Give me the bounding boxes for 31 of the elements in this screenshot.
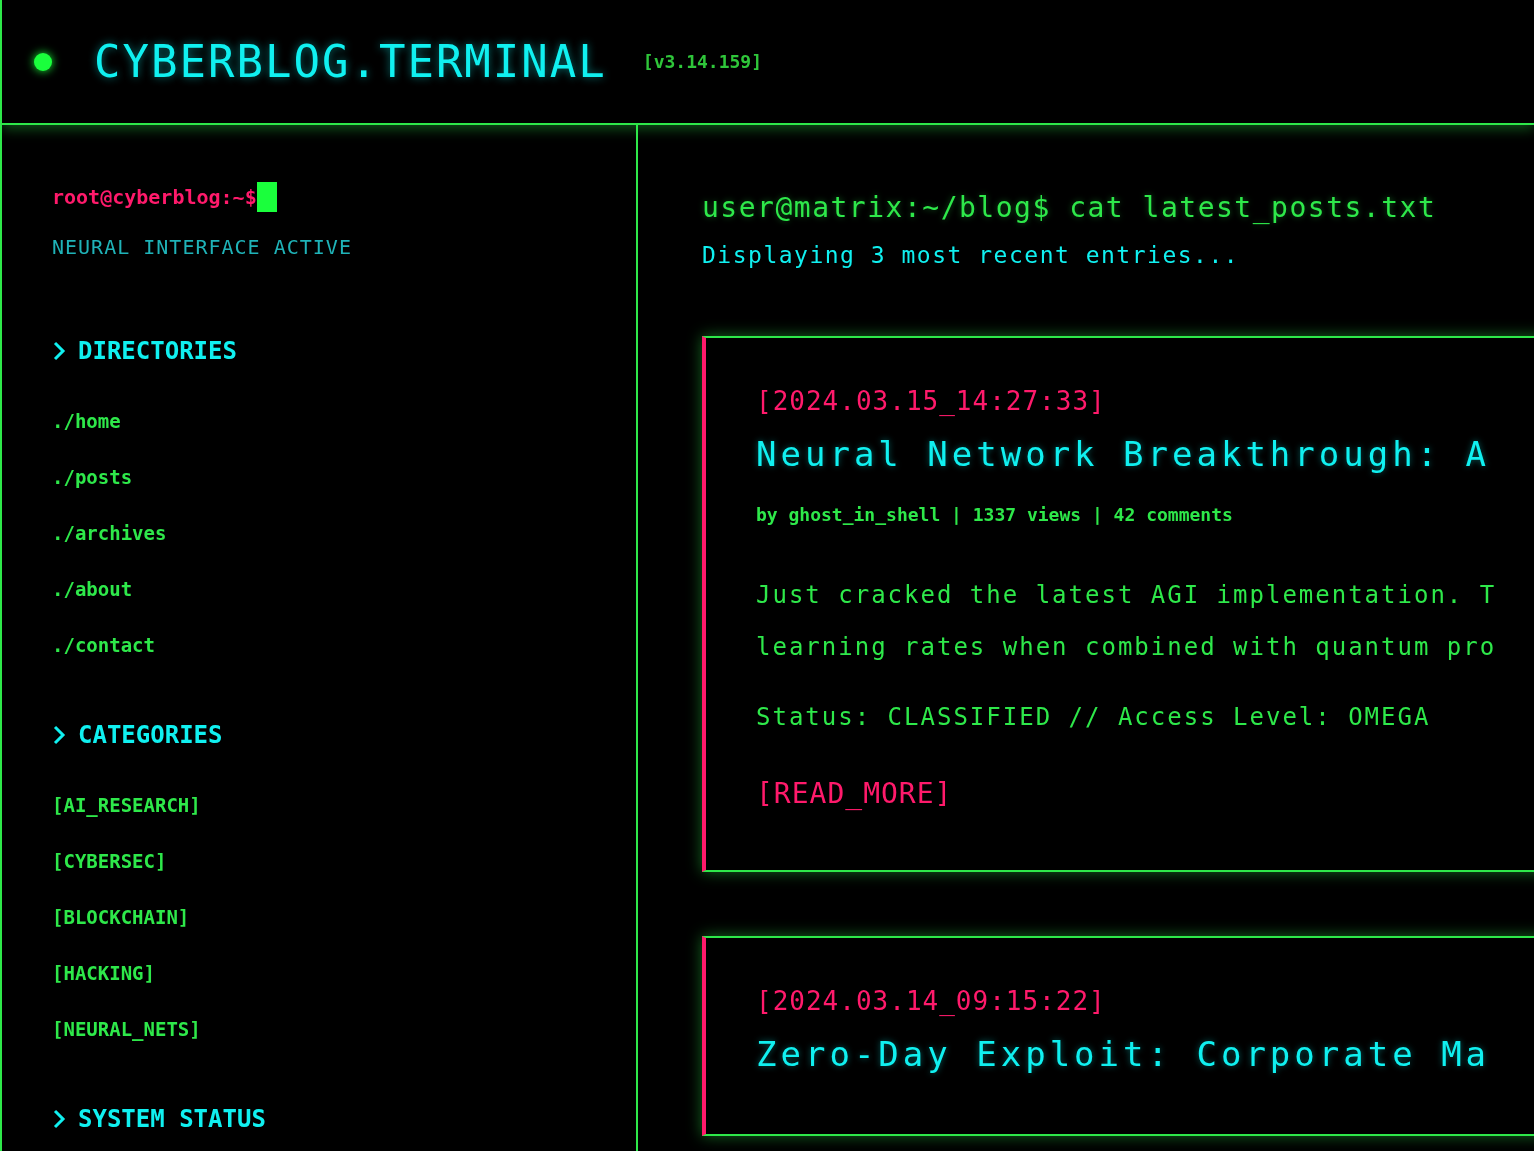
- section-heading: SYSTEM STATUS: [78, 1105, 266, 1133]
- site-title: CYBERBLOG.TERMINAL: [94, 36, 607, 87]
- sidebar-link[interactable]: [NEURAL_NETS]: [52, 1017, 636, 1041]
- post-timestamp: [2024.03.14_09:15:22]: [756, 986, 1107, 1016]
- sidebar-link[interactable]: ./about: [52, 577, 636, 601]
- section-heading: CATEGORIES: [78, 721, 223, 749]
- version-label: [v3.14.159]: [642, 51, 763, 72]
- cursor-block: [256, 182, 277, 212]
- sidebar-link[interactable]: [HACKING]: [52, 961, 636, 985]
- shell-prompt: root@cyberblog:~$: [52, 185, 257, 209]
- section-heading: DIRECTORIES: [78, 337, 237, 365]
- sidebar-link[interactable]: ./archives: [52, 521, 636, 545]
- post-timestamp: [2024.03.15_14:27:33]: [756, 386, 1107, 416]
- subtitle-text: Displaying 3 most recent entries...: [702, 242, 1241, 268]
- post-title: Neural Network Breakthrough: A: [756, 434, 1492, 474]
- chevron-icon: [52, 1108, 66, 1130]
- status-text: NEURAL INTERFACE ACTIVE: [52, 235, 353, 259]
- post-excerpt: Just cracked the latest AGI implementation. T learning rates when combined with quantum pro: [756, 580, 1498, 663]
- chevron-icon: [52, 724, 66, 746]
- sidebar-link[interactable]: [AI_RESEARCH]: [52, 793, 636, 817]
- sidebar-link[interactable]: ./contact: [52, 633, 636, 657]
- chevron-icon: [52, 340, 66, 362]
- command-line: user@matrix:~/blog$ cat latest_posts.txt: [702, 191, 1438, 224]
- sidebar-link[interactable]: [BLOCKCHAIN]: [52, 905, 636, 929]
- read-more-link[interactable]: [READ_MORE]: [756, 777, 953, 810]
- sidebar-link[interactable]: ./home: [52, 409, 636, 433]
- sidebar-link[interactable]: ./posts: [52, 465, 636, 489]
- post-title: Zero-Day Exploit: Corporate Ma: [756, 1034, 1492, 1074]
- post-status: Status: CLASSIFIED // Access Level: OMEGA: [756, 703, 1432, 731]
- post-meta: by ghost_in_shell | 1337 views | 42 comments: [756, 504, 1234, 525]
- sidebar-link[interactable]: [CYBERSEC]: [52, 849, 636, 873]
